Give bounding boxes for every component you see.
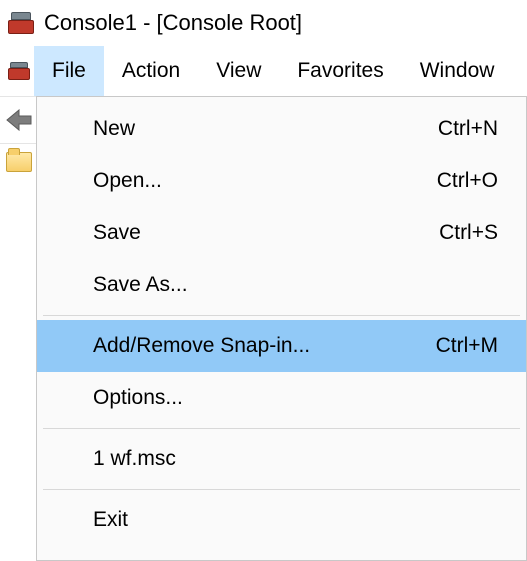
file-menu-dropdown: New Ctrl+N Open... Ctrl+O Save Ctrl+S Sa… [36,96,527,561]
menu-item-open[interactable]: Open... Ctrl+O [37,155,526,207]
menu-item-add-remove-snap-in[interactable]: Add/Remove Snap-in... Ctrl+M [37,320,526,372]
menu-item-save-as[interactable]: Save As... [37,259,526,311]
menu-item-exit[interactable]: Exit [37,494,526,546]
menu-bar: File Action View Favorites Window [0,46,527,96]
menu-separator [43,428,520,429]
menu-favorites[interactable]: Favorites [279,46,401,96]
menu-view[interactable]: View [198,46,279,96]
menu-action[interactable]: Action [104,46,198,96]
menu-item-options[interactable]: Options... [37,372,526,424]
menu-window[interactable]: Window [402,46,513,96]
menu-item-recent-1[interactable]: 1 wf.msc [37,433,526,485]
folder-icon[interactable] [6,152,32,172]
system-menu-icon[interactable] [0,62,34,80]
menu-separator [43,489,520,490]
title-bar: Console1 - [Console Root] [0,0,527,46]
menu-item-new[interactable]: New Ctrl+N [37,103,526,155]
menu-file[interactable]: File [34,46,104,96]
app-icon [8,12,34,34]
back-arrow-icon[interactable] [4,107,34,133]
window-title: Console1 - [Console Root] [44,10,302,36]
menu-item-save[interactable]: Save Ctrl+S [37,207,526,259]
menu-separator [43,315,520,316]
